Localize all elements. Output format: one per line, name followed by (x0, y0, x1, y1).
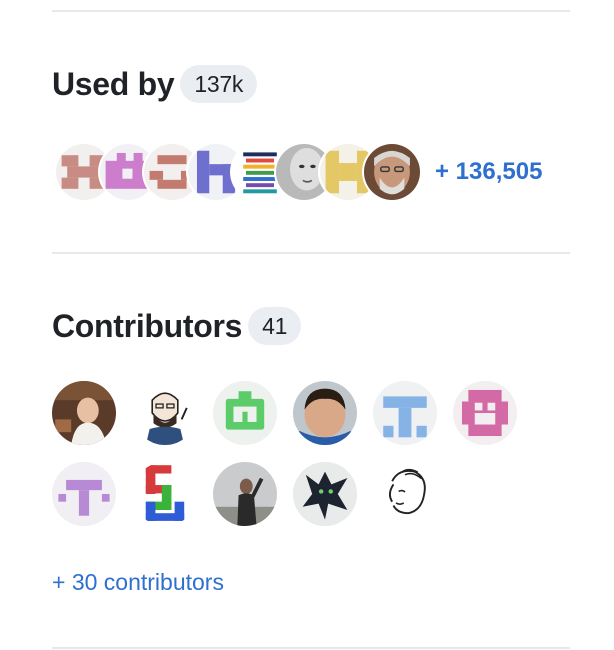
contributor-avatar[interactable] (133, 462, 197, 526)
used-by-more-link[interactable]: + 136,505 (435, 157, 542, 187)
section-divider (52, 252, 570, 254)
dependent-avatar[interactable] (364, 144, 420, 200)
contributor-avatar[interactable] (213, 381, 277, 445)
more-contributors-link[interactable]: + 30 contributors (52, 567, 224, 597)
identicon-icon (373, 381, 437, 445)
contributor-avatar[interactable] (133, 381, 197, 445)
contributor-avatar[interactable] (52, 462, 116, 526)
bottom-divider (52, 647, 570, 649)
used-by-count-badge: 137k (180, 64, 258, 103)
dark-creature-icon (293, 462, 357, 526)
person-photo-icon (213, 462, 277, 526)
pixel-logo-icon (133, 462, 197, 526)
person-photo-icon (52, 381, 116, 445)
contributor-avatar[interactable] (373, 462, 437, 526)
top-divider (52, 10, 570, 12)
contributor-avatar[interactable] (293, 462, 357, 526)
used-by-avatar-stack[interactable] (56, 144, 436, 200)
sketch-portrait-icon (373, 462, 437, 526)
used-by-title[interactable]: Used by (52, 66, 175, 102)
contributors-count-badge: 41 (248, 306, 302, 345)
contributor-avatar[interactable] (373, 381, 437, 445)
used-by-heading: Used by 137k (52, 64, 258, 106)
cartoon-portrait-icon (133, 381, 197, 445)
person-photo-icon (364, 144, 420, 200)
contributor-avatar[interactable] (293, 381, 357, 445)
identicon-icon (213, 381, 277, 445)
identicon-icon (453, 381, 517, 445)
contributor-avatar[interactable] (453, 381, 517, 445)
contributors-heading: Contributors 41 (52, 306, 302, 348)
identicon-icon (52, 462, 116, 526)
person-photo-icon (293, 381, 357, 445)
contributor-avatar[interactable] (52, 381, 116, 445)
contributor-avatar[interactable] (213, 462, 277, 526)
contributors-title[interactable]: Contributors (52, 308, 242, 344)
